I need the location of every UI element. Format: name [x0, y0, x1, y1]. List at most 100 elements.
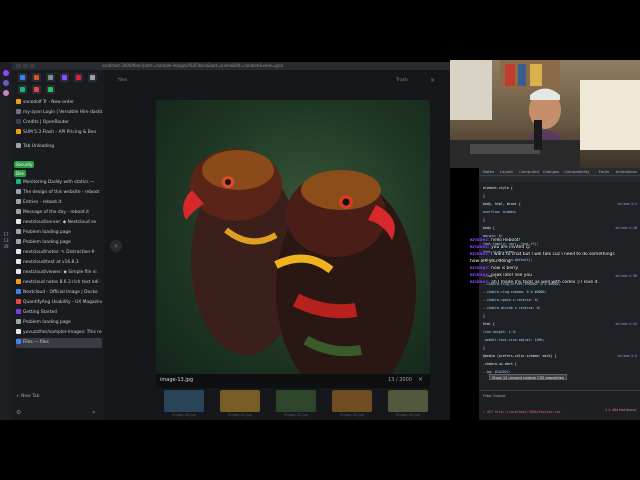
sidebar-tab[interactable]: Problem loading page	[16, 318, 102, 328]
rail-dot-1[interactable]	[3, 70, 9, 76]
sidebar-footer: ⚙ »	[12, 408, 104, 420]
chat-message: krisbez: you are invited 😊	[470, 245, 630, 251]
css-rule-line[interactable]: line-height: 1.5;	[483, 330, 633, 334]
sidebar-tab[interactable]: nextcloud/notes: ✎ Distraction-fr	[16, 248, 102, 258]
tab-favicon-icon	[16, 189, 21, 194]
dev-tag[interactable]: Dev	[14, 170, 26, 177]
sidebar-tab[interactable]: Files — files	[16, 338, 102, 348]
url-bar[interactable]: localhost:3000/files?path=/sample-images…	[102, 63, 402, 69]
pinned-tab[interactable]	[32, 85, 41, 94]
back-button[interactable]	[16, 64, 21, 68]
css-rule-line[interactable]: body {	[483, 226, 633, 230]
devtools-tab[interactable]: Changes	[543, 169, 560, 174]
css-rule-line[interactable]: }	[483, 194, 633, 198]
devtools-tab[interactable]: Compatibility	[564, 169, 589, 174]
viewer-close-button[interactable]: ×	[430, 77, 435, 84]
tab-favicon-icon	[16, 209, 21, 214]
pinned-tabs-row	[14, 72, 102, 84]
thumbnail[interactable]: image-34.jpg	[388, 390, 428, 420]
sidebar-tab[interactable]: Getting Started	[16, 308, 102, 318]
sidebar-tab[interactable]: sanodolf Tr - New order	[16, 98, 102, 108]
devtools-tab[interactable]: Layout	[500, 169, 513, 174]
pinned-tab-favicon	[34, 75, 39, 80]
sidebar-tab[interactable]: Monitoring Daddy with statics —	[16, 178, 102, 188]
pinned-tab[interactable]	[32, 73, 41, 82]
sidebar-tab[interactable]: nextcloud/viewer: ◆ Simple file vi	[16, 268, 102, 278]
thumbnail[interactable]: image-30.jpg	[164, 390, 204, 420]
tab-favicon-icon	[16, 199, 21, 204]
sidebar-tab[interactable]: Entries - reboot.it	[16, 198, 102, 208]
sidebar-tab[interactable]: yuvuzsther/sampler-images: This re	[16, 328, 102, 338]
collapse-icon[interactable]: »	[92, 409, 96, 416]
pinned-tab[interactable]	[46, 73, 55, 82]
css-source-link[interactable]: inline:1:10	[615, 226, 637, 230]
css-rule-line[interactable]: -webkit-text-size-adjust: 100%;	[483, 338, 633, 342]
css-source-link[interactable]: inline:1:1	[617, 202, 637, 206]
rail-dot-2[interactable]	[3, 80, 9, 86]
sidebar-tab[interactable]: my-zyan Login | Versatile Hire dashbo	[16, 108, 102, 118]
css-rule-line[interactable]: .chakra-ui-dark {	[483, 362, 633, 366]
css-rule-line[interactable]: --chakra-divide-x-reverse: 0;	[483, 306, 633, 310]
tab-label: Tab Unloading	[23, 144, 54, 149]
pinned-tab[interactable]	[18, 73, 27, 82]
devtools-tab[interactable]: Computed	[519, 169, 539, 174]
forward-button[interactable]	[23, 64, 28, 68]
css-source-link[interactable]: inline:1:12	[615, 322, 637, 326]
sidebar-tab[interactable]: SUM 5.3 Flash - API Pricing & Ben	[16, 128, 102, 138]
sidebar-tab[interactable]: Nextcloud - Official Image | Docke	[16, 288, 102, 298]
unused-properties-tooltip[interactable]: Show 12 unused custom CSS properties	[489, 374, 567, 380]
thumbnail[interactable]: image-31.jpg	[220, 390, 260, 420]
pinned-tab[interactable]	[18, 85, 27, 94]
thumbnail-label: image-34.jpg	[396, 413, 420, 417]
previous-image-button[interactable]: ‹	[110, 240, 122, 252]
new-tab-button[interactable]: + New Tab	[16, 392, 39, 402]
pinned-tab[interactable]	[46, 85, 55, 94]
chat-username: krisbez:	[470, 273, 492, 278]
trash-button[interactable]: Trash	[396, 78, 408, 83]
css-rule-line[interactable]: @media (prefers-color-scheme: dark) {	[483, 354, 633, 358]
console-error-line[interactable]: ▸ GET http://localhost:3000/favicon.ico	[483, 409, 603, 415]
devtools-tab[interactable]: Fonts	[599, 169, 609, 174]
css-rule-line[interactable]: body, html, #root {	[483, 202, 633, 206]
pinned-tab[interactable]	[88, 73, 97, 82]
sidebar-tab[interactable]: QuantifyAng Usability - UX Magazine	[16, 298, 102, 308]
css-rule-line[interactable]: element.style {	[483, 186, 633, 190]
reload-button[interactable]	[30, 64, 35, 68]
sidebar-tab[interactable]: Message of the day - reboot.it	[16, 208, 102, 218]
caption-close-icon[interactable]: ×	[418, 376, 423, 383]
thumbnail[interactable]: image-33.jpg	[332, 390, 372, 420]
css-source-link[interactable]: inline:1:4	[617, 354, 637, 358]
console-filter[interactable]: Filter Output	[483, 394, 506, 398]
sidebar-tab[interactable]: Credits | OpenRouter	[16, 118, 102, 128]
css-rule-line[interactable]: overflow: hidden;	[483, 210, 633, 214]
thumbnail[interactable]: image-32.jpg	[276, 390, 316, 420]
browser-toolbar: localhost:3000/files?path=/sample-images…	[12, 62, 450, 70]
settings-icon[interactable]: ⚙	[16, 409, 21, 416]
pinned-tab[interactable]	[60, 73, 69, 82]
sidebar-tab[interactable]: nextcloud notes 8.6.3 rich text edi	[16, 278, 102, 288]
css-rule-line[interactable]: --chakra-space-x-reverse: 0;	[483, 298, 633, 302]
devtools-panel: Notes Layout Computed Changes Compatibility F…	[479, 168, 640, 420]
devtools-tab[interactable]: Notes	[483, 169, 494, 174]
css-rule-line[interactable]: }	[483, 346, 633, 350]
css-rule-line[interactable]: }	[483, 218, 633, 222]
css-rule-line[interactable]: html {	[483, 322, 633, 326]
chat-text: ah I made my tools as well with codex ;)…	[491, 280, 599, 285]
chat-message: krisbez: I want to chat but I will talk …	[470, 252, 630, 258]
pinned-tab[interactable]	[74, 73, 83, 82]
tab-favicon-icon	[16, 309, 21, 314]
devtools-tab[interactable]: Animations	[616, 169, 637, 174]
rail-dot-3[interactable]	[3, 90, 9, 96]
chat-username: krisbez:	[470, 280, 492, 285]
sidebar-tab[interactable]: The design of this website - reboot	[16, 188, 102, 198]
security-tag[interactable]: Security	[14, 161, 35, 168]
tab-favicon-icon	[16, 229, 21, 234]
sidebar-tab[interactable]: Tab Unloading	[16, 142, 102, 152]
sidebar-tab[interactable]: Problem loading page	[16, 238, 102, 248]
clock-readout: 17 13 39	[3, 232, 9, 249]
sidebar-tab[interactable]: nextcloud/server: ◆ Nextcloud se	[16, 218, 102, 228]
css-rule-line[interactable]: }	[483, 314, 633, 318]
sidebar-tab[interactable]: Problem loading page	[16, 228, 102, 238]
tab-favicon-icon	[16, 249, 21, 254]
sidebar-tab[interactable]: nextcloud/text at v16.8.3	[16, 258, 102, 268]
